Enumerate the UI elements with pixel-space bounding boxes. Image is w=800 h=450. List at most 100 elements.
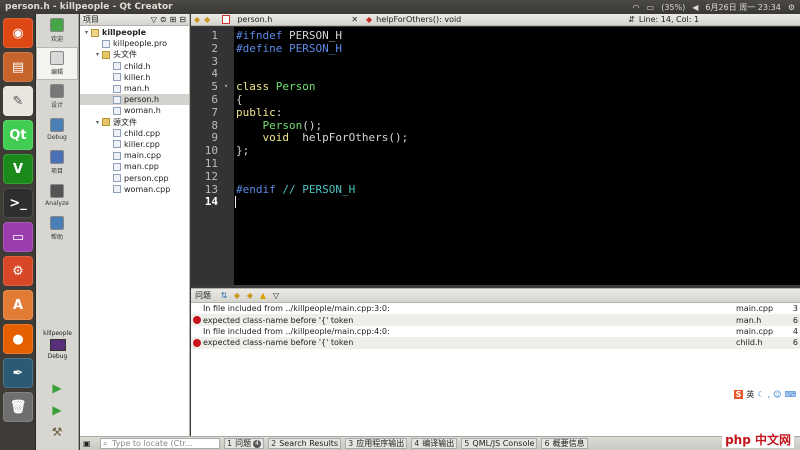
punctuation-icon[interactable]: , [768, 390, 771, 399]
tree-item[interactable]: man.cpp [80, 161, 189, 172]
system-settings-icon[interactable]: ⚙ [3, 256, 33, 286]
mode-welcome[interactable]: 欢迎 [36, 14, 78, 47]
emoji-icon[interactable]: ☺ [773, 390, 781, 399]
battery-icon[interactable]: ▭ [647, 3, 655, 12]
issue-file: child.h [736, 338, 763, 348]
volume-icon[interactable]: ◀ [692, 3, 698, 12]
keyboard-icon[interactable]: ⌨ [784, 390, 796, 399]
tree-item[interactable]: child.h [80, 61, 189, 72]
tree-item[interactable]: killpeople.pro [80, 38, 189, 49]
encoding-icon[interactable]: ⇵ [628, 15, 635, 24]
mode-design[interactable]: 设计 [36, 80, 78, 113]
open-file-combo[interactable]: person.h [237, 15, 347, 24]
mode-projects[interactable]: 项目 [36, 146, 78, 179]
warning-filter-icon[interactable]: ▲ [258, 291, 268, 301]
issue-row[interactable]: In file included from ../killpeople/main… [191, 303, 800, 314]
text-editor-icon[interactable]: ✎ [3, 86, 33, 116]
symbol-combo[interactable]: helpForOthers(): void [376, 15, 624, 24]
vim-icon[interactable]: V [3, 154, 33, 184]
ime-language[interactable]: 英 [746, 389, 754, 400]
clear-issues-icon[interactable]: ⇅ [219, 291, 229, 301]
issue-row[interactable]: In file included from ../killpeople/main… [191, 326, 800, 337]
inkscape-icon[interactable]: ✒ [3, 358, 33, 388]
close-icon[interactable]: ⊟ [179, 15, 186, 24]
file-icon [102, 39, 110, 48]
split-icon[interactable]: ⊞ [170, 15, 177, 24]
terminal-icon[interactable]: >_ [3, 188, 33, 218]
tree-item[interactable]: main.cpp [80, 150, 189, 161]
moon-icon[interactable]: ☾ [757, 390, 764, 399]
tree-item-label: killer.h [124, 72, 151, 82]
file-icon [113, 106, 121, 115]
issue-row[interactable]: expected class-name before '{' token man.… [191, 314, 800, 326]
mode-help[interactable]: 帮助 [36, 212, 78, 245]
workspace-icon[interactable]: ▭ [3, 222, 33, 252]
ubuntu-logo-icon[interactable]: ◉ [3, 18, 33, 48]
build-hammer-icon[interactable]: ⚒ [46, 423, 68, 441]
nav-forward-icon[interactable]: ◆ [204, 15, 210, 24]
tree-item[interactable]: person.h [80, 94, 189, 106]
prev-issue-icon[interactable]: ◆ [232, 291, 242, 301]
fold-marker-icon[interactable]: ▾ [224, 82, 228, 90]
pane-label: 应用程序输出 [356, 439, 405, 448]
issue-count-badge: 4 [253, 439, 262, 448]
issue-message: In file included from ../killpeople/main… [203, 304, 390, 314]
project-panel: 项目 ▽ ⊜ ⊞ ⊟ ▾ killpeople killpeople.pro ▾ 头文件… [80, 14, 190, 436]
pane-number: 1 [227, 439, 233, 448]
mode-debug[interactable]: Debug [36, 113, 78, 146]
tree-item[interactable]: ▾ 头文件 [80, 49, 189, 60]
firefox-icon[interactable]: ● [3, 324, 33, 354]
mode-label: 编辑 [50, 69, 63, 76]
code-editor[interactable]: #ifndef PERSON_H #define PERSON_H class Pe… [234, 27, 800, 285]
next-issue-icon[interactable]: ◆ [245, 291, 255, 301]
issue-message: expected class-name before '{' token [203, 338, 354, 348]
settings-gear-icon[interactable]: ⚙ [788, 3, 795, 12]
files-icon[interactable]: ▤ [3, 52, 33, 82]
mode-analyze[interactable]: Analyze [36, 179, 78, 212]
locator-placeholder: Type to locate (Ctr... [112, 439, 193, 448]
tree-item[interactable]: woman.cpp [80, 184, 189, 195]
expand-arrow-icon[interactable]: ▾ [93, 119, 102, 126]
locator-input[interactable]: ⌕ Type to locate (Ctr... [100, 438, 220, 449]
debug-run-icon[interactable]: ▶ [46, 401, 68, 419]
sidebar-toggle-icon[interactable]: ▣ [83, 439, 91, 448]
tree-item-label: person.cpp [124, 173, 169, 183]
tree-item[interactable]: child.cpp [80, 128, 189, 139]
output-pane-button[interactable]: 6 概要信息 [541, 438, 588, 449]
qt-creator-icon[interactable]: Qt [3, 120, 33, 150]
output-pane-button[interactable]: 4 编译输出 [411, 438, 458, 449]
issue-row[interactable]: expected class-name before '{' token chil… [191, 337, 800, 349]
expand-arrow-icon[interactable]: ▾ [82, 29, 91, 36]
output-pane-button[interactable]: 2 Search Results [268, 438, 342, 449]
tree-item[interactable]: killer.h [80, 72, 189, 83]
tree-item[interactable]: woman.h [80, 105, 189, 116]
tree-item-label: person.h [124, 95, 160, 105]
output-pane-button[interactable]: 1 问题 4 [224, 438, 265, 449]
tree-item[interactable]: ▾ 源文件 [80, 117, 189, 128]
run-icon[interactable]: ▶ [46, 379, 68, 397]
output-pane-button[interactable]: 5 QML/JS Console [461, 438, 538, 449]
tree-item[interactable]: person.cpp [80, 172, 189, 183]
tree-item-label: man.h [124, 84, 150, 94]
tree-item[interactable]: killer.cpp [80, 139, 189, 150]
code-token: #endif [236, 182, 276, 196]
network-icon[interactable]: ◠ [633, 3, 640, 12]
filter-icon[interactable]: ▽ [271, 291, 281, 301]
clock[interactable]: 6月26日 周一 23:34 [705, 2, 780, 13]
trash-icon[interactable]: 🗑 [3, 392, 33, 422]
symbol-icon: ◆ [366, 15, 373, 24]
close-file-icon[interactable]: ✕ [351, 15, 358, 24]
mode-edit[interactable]: 编辑 [36, 47, 78, 80]
tree-item-label: 源文件 [113, 117, 137, 127]
sogou-icon[interactable]: S [733, 390, 744, 399]
filter-icon[interactable]: ▽ [151, 15, 157, 24]
link-icon[interactable]: ⊜ [160, 15, 167, 24]
output-pane-button[interactable]: 3 应用程序输出 [345, 438, 408, 449]
tree-item[interactable]: ▾ killpeople [80, 27, 189, 38]
software-center-icon[interactable]: A [3, 290, 33, 320]
expand-arrow-icon[interactable]: ▾ [93, 51, 102, 58]
tree-item[interactable]: man.h [80, 83, 189, 94]
mode-label: 帮助 [50, 234, 63, 241]
nav-back-icon[interactable]: ◆ [194, 15, 200, 24]
kit-selector[interactable]: killpeople Debug [36, 330, 79, 360]
